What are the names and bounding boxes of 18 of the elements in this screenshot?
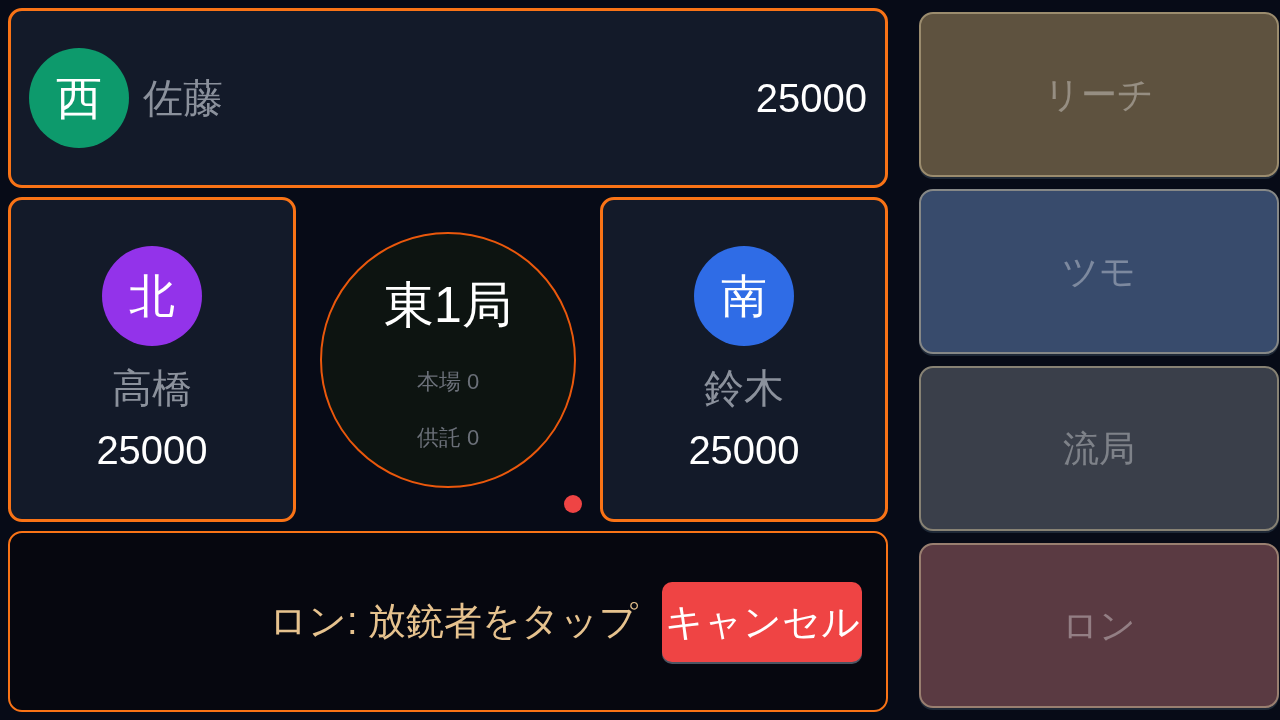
player-name: 高橋 (112, 365, 192, 412)
player-name: 佐藤 (143, 75, 223, 122)
player-card[interactable]: 北 高橋 25000 (8, 197, 296, 522)
round-label: 東1局 (384, 275, 512, 335)
player-score: 25000 (755, 75, 867, 122)
player-score: 25000 (96, 427, 208, 474)
player-score: 25000 (688, 427, 800, 474)
wind-badge: 西 (29, 48, 129, 148)
deposit-count: 供託 0 (416, 424, 480, 452)
honba-count: 本場 0 (416, 368, 480, 395)
prompt-text: ロン: 放銃者をタップ (268, 598, 638, 644)
player-card[interactable]: 西 佐藤 25000 (8, 8, 888, 188)
player-card[interactable]: 南 鈴木 25000 (600, 197, 888, 522)
player-name: 鈴木 (704, 365, 784, 412)
status-dot-icon (564, 495, 582, 513)
wind-badge: 北 (102, 246, 202, 346)
wind-badge: 南 (694, 246, 794, 346)
cancel-button[interactable]: キャンセル (662, 581, 862, 662)
